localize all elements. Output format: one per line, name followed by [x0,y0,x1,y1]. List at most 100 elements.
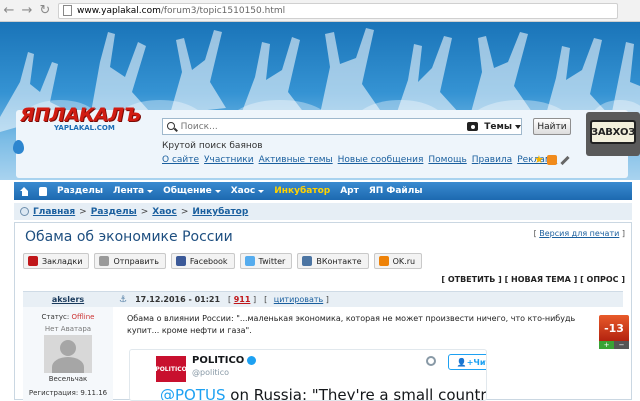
post-number: [ 911 ] [228,295,257,304]
author-rank: Весельчак [48,375,88,383]
verified-icon [247,356,257,365]
chevron-down-icon [214,189,221,193]
link-new-posts[interactable]: Новые сообщения [338,155,424,165]
star-icon[interactable]: ★ [534,154,544,165]
print-version: [ Версия для печати ] [533,229,625,238]
search-scope-select[interactable]: Темы [484,121,522,132]
post-date: 17.12.2016 - 01:21 [135,295,221,304]
browser-toolbar: ← → ↻ www.yaplakal.com/forum3/topic15101… [0,0,640,22]
quote-link[interactable]: цитировать [274,295,323,304]
menu-item-art[interactable]: Арт [340,186,359,196]
breadcrumb-home[interactable]: Главная [33,207,75,217]
print-version-link[interactable]: Версия для печати [539,229,619,238]
share-buttons: Закладки Отправить Facebook Twitter ВКон… [23,253,423,269]
forward-icon[interactable]: → [18,2,36,20]
link-about[interactable]: О сайте [162,155,199,165]
breadcrumb-chaos[interactable]: Хаос [152,207,177,217]
address-bar[interactable]: www.yaplakal.com/forum3/topic1510150.htm… [58,2,618,19]
link-rules[interactable]: Правила [472,155,512,165]
reload-icon[interactable]: ↻ [36,2,54,20]
anchor-icon[interactable]: ⚓ [119,295,127,305]
url-path: /forum3/topic1510150.html [160,5,286,16]
poll-button[interactable]: ОПРОС [587,275,619,284]
topic-actions: [ ОТВЕТИТЬ ] [ НОВАЯ ТЕМА ] [ ОПРОС ] [441,275,625,284]
logo-drop-icon [13,140,24,154]
share-ok-button[interactable]: OK.ru [373,253,423,269]
search-box: Темы [162,118,522,135]
author-status: Статус: Offline [41,313,95,321]
chevron-down-icon [258,189,265,193]
pen-icon[interactable] [560,155,570,165]
facebook-icon [175,256,186,266]
share-facebook-button[interactable]: Facebook [170,253,235,269]
share-bookmarks-button[interactable]: Закладки [23,253,90,269]
breadcrumb-sections[interactable]: Разделы [91,207,137,217]
mail-icon [99,256,110,266]
rss-icon[interactable] [546,155,557,165]
tagline: Крутой поиск баянов [162,141,263,151]
post-rating: -13 + − [599,315,629,349]
main-menu: Разделы Лента Общение Хаос Инкубатор Арт… [14,182,632,200]
breadcrumb-icon [20,207,29,216]
site-logo[interactable]: ЯПЛАКАЛЪ YAPLAKAL.COM [20,104,141,132]
vk-icon [302,256,313,266]
post-author[interactable]: akslers [23,295,113,304]
tweet-author[interactable]: POLITICO [192,355,257,366]
bookmark-icon [28,256,38,266]
logo-text: ЯПЛАКАЛЪ [20,104,141,126]
rate-up-button[interactable]: + [599,341,614,349]
breadcrumb: Главная > Разделы > Хаос > Инкубатор [14,203,632,220]
search-icon [166,121,178,133]
menu-item-feed[interactable]: Лента [113,186,154,196]
no-avatar-label: Нет Аватара [44,325,92,333]
link-members[interactable]: Участники [204,155,254,165]
author-info: Статус: Offline Нет Аватара Весельчак Ре… [23,307,113,401]
page-icon [63,5,72,16]
share-send-button[interactable]: Отправить [94,253,166,269]
embedded-tweet[interactable]: POLITICO POLITICO @politico 👤+ Читать @P… [129,349,487,401]
post-header: akslers ⚓ 17.12.2016 - 01:21 [ 911 ] [ ц… [23,291,623,307]
search-input[interactable] [180,121,461,132]
camera-icon[interactable] [466,122,479,131]
breadcrumb-incubator[interactable]: Инкубатор [192,207,248,217]
chevron-down-icon [147,189,154,193]
avatar [44,335,92,373]
menu-item-chaos[interactable]: Хаос [231,186,265,196]
menu-item-files[interactable]: ЯП Файлы [369,186,423,196]
find-button[interactable]: Найти [533,118,571,135]
tweet-follow-button[interactable]: 👤+ Читать [448,354,486,370]
post-text: Обама о влиянии России: "...маленькая эк… [127,314,576,335]
menu-item-sections[interactable]: Разделы [57,186,103,196]
menu-item-chat[interactable]: Общение [163,186,221,196]
top-links: О сайте Участники Активные темы Новые со… [162,155,557,165]
like-icon[interactable] [39,186,47,196]
search-scope-label: Темы [484,121,513,132]
user-plate[interactable]: ЗАВХОЗ [586,112,640,156]
chevron-down-icon [515,124,522,129]
twitter-icon [244,256,255,266]
reply-button[interactable]: ОТВЕТИТЬ [448,275,496,284]
tweet-mention[interactable]: @POTUS [160,386,226,400]
tweet-avatar[interactable]: POLITICO [155,356,187,382]
home-icon[interactable] [20,186,29,196]
url-host: www.yaplakal.com [77,5,161,16]
link-help[interactable]: Помощь [428,155,466,165]
share-vk-button[interactable]: ВКонтакте [297,253,369,269]
author-registration: Регистрация: 9.11.16 [28,389,108,397]
post-number-link[interactable]: 911 [234,295,251,304]
topic-container: Обама об экономике России [ Версия для п… [14,222,632,401]
menu-item-incubator[interactable]: Инкубатор [274,186,330,196]
link-active-topics[interactable]: Активные темы [259,155,333,165]
topic-title: Обама об экономике России [25,229,233,245]
share-twitter-button[interactable]: Twitter [239,253,293,269]
gear-icon[interactable] [426,356,436,366]
ok-icon [378,256,389,266]
tweet-text: @POTUS on Russia: "They're a small count… [160,386,486,400]
tweet-handle: @politico [192,368,230,377]
header-icons: ★ [534,154,570,165]
rating-value: -13 [599,315,629,341]
rate-down-button[interactable]: − [614,341,629,349]
back-icon[interactable]: ← [0,2,18,20]
new-topic-button[interactable]: НОВАЯ ТЕМА [511,275,571,284]
plate-text: ЗАВХОЗ [590,120,636,144]
